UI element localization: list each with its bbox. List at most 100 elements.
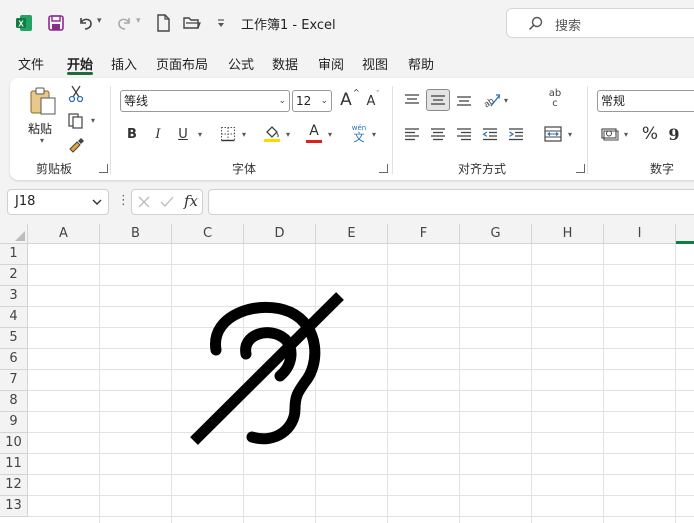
column-header-h[interactable]: H	[532, 224, 604, 244]
format-painter-icon[interactable]	[66, 136, 86, 156]
new-file-icon[interactable]	[152, 12, 174, 34]
group-separator	[392, 86, 393, 174]
row-header-10[interactable]: 10	[0, 433, 28, 454]
row-header-8[interactable]: 8	[0, 391, 28, 412]
insert-function-button[interactable]: fx	[184, 192, 198, 210]
orientation-icon[interactable]: ab	[480, 90, 502, 110]
undo-icon[interactable]	[75, 12, 97, 34]
wrap-text-button[interactable]: ab c	[545, 89, 565, 113]
paste-button[interactable]: 粘贴	[28, 120, 52, 137]
tab-view[interactable]: 视图	[362, 54, 388, 73]
italic-button[interactable]: I	[149, 124, 167, 144]
name-box-value: J18	[15, 194, 36, 209]
tab-home[interactable]: 开始	[67, 54, 93, 73]
row-header-7[interactable]: 7	[0, 370, 28, 391]
grid-line	[28, 348, 694, 349]
align-top-icon[interactable]	[402, 90, 422, 110]
tab-data[interactable]: 数据	[272, 54, 298, 73]
tab-formulas[interactable]: 公式	[228, 54, 254, 73]
enter-check-icon[interactable]	[160, 196, 174, 208]
row-header-4[interactable]: 4	[0, 307, 28, 328]
comma-style-button[interactable]: 9	[666, 123, 682, 145]
column-header-f[interactable]: F	[388, 224, 460, 244]
fill-color-dropdown-icon[interactable]: ▾	[286, 130, 290, 139]
grid-line	[28, 432, 694, 433]
row-header-11[interactable]: 11	[0, 454, 28, 475]
alignment-launcher-icon[interactable]	[576, 164, 585, 173]
align-bottom-icon[interactable]	[454, 90, 474, 110]
currency-dropdown-icon[interactable]: ▾	[624, 130, 628, 139]
phonetic-dropdown-icon[interactable]: ▾	[372, 130, 376, 139]
grid-line	[28, 306, 694, 307]
formula-bar-splitter-icon[interactable]: ⋮	[117, 193, 130, 208]
underline-dropdown-icon[interactable]: ▾	[198, 130, 202, 139]
align-left-icon[interactable]	[402, 124, 422, 144]
tab-help[interactable]: 帮助	[408, 54, 434, 73]
row-header-13[interactable]: 13	[0, 496, 28, 517]
increase-indent-icon[interactable]	[506, 124, 526, 144]
row-header-3[interactable]: 3	[0, 286, 28, 307]
cancel-icon[interactable]	[138, 196, 150, 208]
save-icon[interactable]	[45, 12, 67, 34]
tab-page-layout[interactable]: 页面布局	[156, 54, 208, 73]
hearing-impaired-icon[interactable]	[180, 284, 360, 454]
column-header-g[interactable]: G	[460, 224, 532, 244]
bold-button[interactable]: B	[123, 124, 141, 144]
column-header-i[interactable]: I	[604, 224, 676, 244]
clipboard-launcher-icon[interactable]	[99, 164, 108, 173]
column-header-a[interactable]: A	[28, 224, 100, 244]
font-color-button[interactable]: A	[304, 122, 324, 144]
name-box[interactable]: J18	[7, 189, 109, 215]
percent-style-button[interactable]: %	[640, 123, 660, 145]
paste-dropdown-icon[interactable]: ▾	[40, 136, 44, 145]
paste-icon[interactable]	[26, 86, 60, 116]
open-folder-icon[interactable]	[181, 12, 203, 34]
align-middle-button[interactable]	[426, 89, 450, 111]
select-all-icon	[15, 231, 25, 241]
merge-dropdown-icon[interactable]: ▾	[568, 130, 572, 139]
worksheet-grid[interactable]: A B C D E F G H I 1 2 3 4 5 6 7 8 9 10 1…	[0, 224, 694, 523]
copy-dropdown-icon[interactable]: ▾	[91, 116, 95, 125]
ribbon: 粘贴 ▾ ▾ 剪贴板 等线 ⌄ 12 ⌄ A ^ A ˇ B I U ▾ ▾ ▾…	[10, 78, 694, 180]
tab-insert[interactable]: 插入	[111, 54, 137, 73]
tab-review[interactable]: 审阅	[318, 54, 344, 73]
undo-dropdown-icon[interactable]: ▾	[97, 16, 102, 26]
column-header-e[interactable]: E	[316, 224, 388, 244]
column-header-d[interactable]: D	[244, 224, 316, 244]
column-header-c[interactable]: C	[172, 224, 244, 244]
row-header-6[interactable]: 6	[0, 349, 28, 370]
borders-icon[interactable]	[218, 124, 238, 144]
orientation-dropdown-icon[interactable]: ▾	[504, 96, 508, 105]
grid-line	[28, 327, 694, 328]
formula-input[interactable]	[208, 189, 694, 215]
chevron-down-icon	[92, 199, 102, 205]
search-placeholder: 搜索	[555, 19, 582, 34]
row-header-2[interactable]: 2	[0, 265, 28, 286]
row-header-9[interactable]: 9	[0, 412, 28, 433]
row-header-5[interactable]: 5	[0, 328, 28, 349]
align-center-icon[interactable]	[428, 124, 448, 144]
phonetic-char: 文	[353, 131, 365, 144]
column-header-b[interactable]: B	[100, 224, 172, 244]
font-launcher-icon[interactable]	[379, 164, 388, 173]
cut-icon[interactable]	[66, 84, 86, 104]
currency-format-icon[interactable]	[599, 124, 621, 144]
merge-center-icon[interactable]	[543, 124, 563, 144]
row-header-12[interactable]: 12	[0, 475, 28, 496]
select-all-corner[interactable]	[0, 224, 28, 244]
borders-dropdown-icon[interactable]: ▾	[242, 130, 246, 139]
customize-icon[interactable]	[210, 12, 232, 34]
number-format-select[interactable]: 常规	[597, 90, 694, 112]
tab-file[interactable]: 文件	[18, 54, 44, 73]
decrease-indent-icon[interactable]	[480, 124, 500, 144]
fill-color-icon[interactable]	[262, 122, 282, 144]
font-color-dropdown-icon[interactable]: ▾	[328, 130, 332, 139]
copy-icon[interactable]	[66, 110, 86, 130]
underline-button[interactable]: U	[174, 124, 192, 144]
font-name-select[interactable]: 等线 ⌄	[120, 90, 290, 112]
align-right-icon[interactable]	[454, 124, 474, 144]
phonetic-guide-button[interactable]: wén 文	[348, 124, 370, 146]
row-header-1[interactable]: 1	[0, 244, 28, 265]
font-size-select[interactable]: 12 ⌄	[292, 90, 332, 112]
search-input[interactable]: 搜索	[506, 8, 694, 38]
